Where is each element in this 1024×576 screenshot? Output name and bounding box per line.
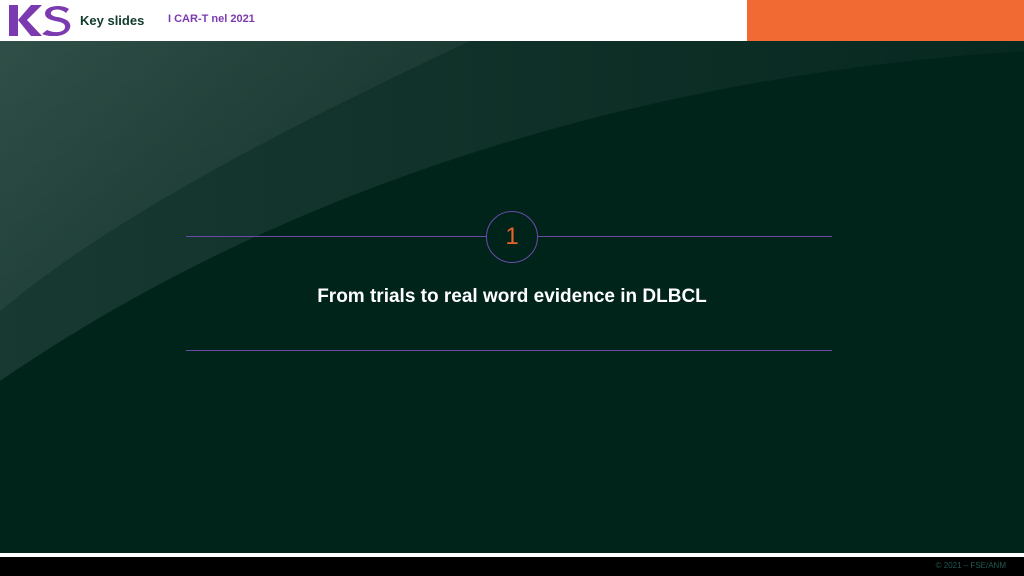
divider-top-left <box>186 236 486 237</box>
header-bar: Key slides I CAR-T nel 2021 <box>0 0 1024 41</box>
footer-bar: © 2021 – FSE/ANM <box>0 557 1024 576</box>
copyright-text: © 2021 – FSE/ANM <box>935 561 1006 570</box>
section-number: 1 <box>505 223 519 250</box>
divider-top-right <box>538 236 832 237</box>
brand-label: Key slides <box>80 13 145 28</box>
slide: Key slides I CAR-T nel 2021 1 From trial… <box>0 0 1024 576</box>
ks-logo <box>9 5 71 36</box>
section-title: From trials to real word evidence in DLB… <box>317 286 707 307</box>
header-accent-block <box>747 0 1024 41</box>
divider-bottom <box>186 350 832 351</box>
section-number-badge: 1 <box>486 211 538 263</box>
topic-label: I CAR-T nel 2021 <box>168 13 255 25</box>
